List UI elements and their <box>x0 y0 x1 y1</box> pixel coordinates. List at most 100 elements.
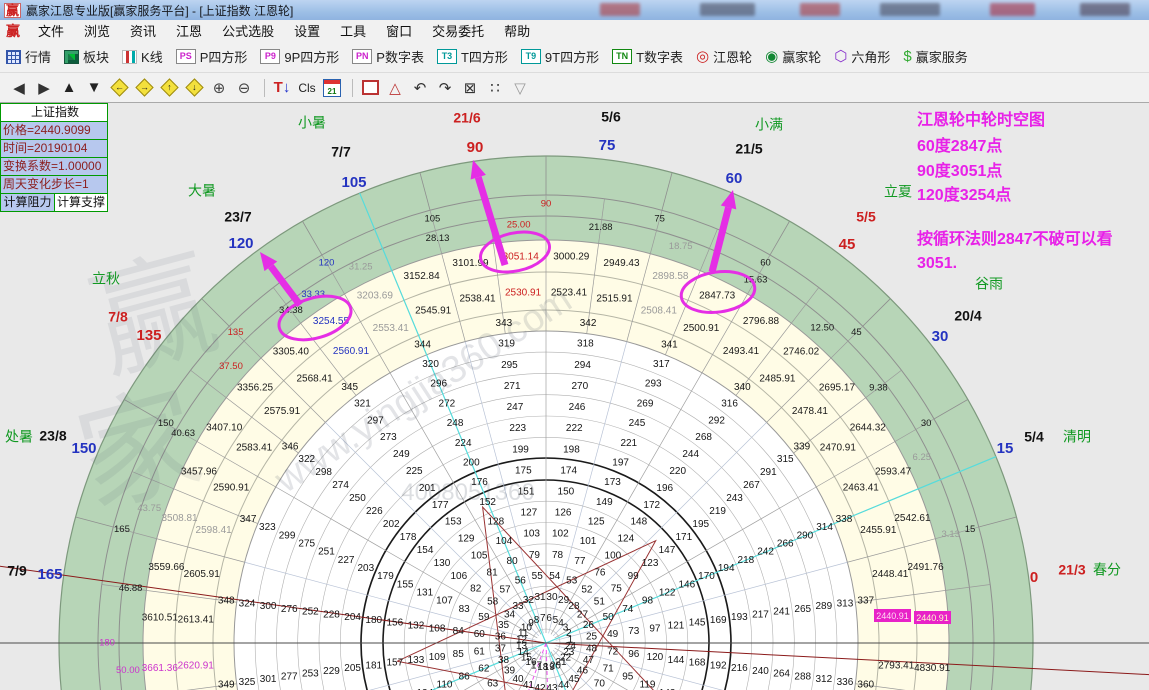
wheel-number: 25 <box>586 632 598 643</box>
toolbar-item-T四方形[interactable]: T3T四方形 <box>437 47 508 66</box>
calc-resistance-button[interactable]: 计算阻力 <box>0 193 55 212</box>
ring-a-value: 2949.43 <box>603 258 640 269</box>
up-button[interactable]: ▲ <box>58 77 80 99</box>
grid-icon <box>6 50 21 64</box>
wheel-number: 83 <box>459 604 471 615</box>
date-label: 7/9 <box>7 563 27 579</box>
cls-button[interactable]: Cls <box>296 77 318 99</box>
menu-item-7[interactable]: 窗口 <box>376 24 422 39</box>
box-x-button[interactable]: ⊠ <box>459 77 481 99</box>
toolbar-item-P四方形[interactable]: PSP四方形 <box>176 47 248 66</box>
toolbar-item-板块[interactable]: 板块 <box>64 47 109 66</box>
ring-b-value: 2590.91 <box>213 482 250 493</box>
toolbar-item-六角形[interactable]: ⬡六角形 <box>834 47 890 66</box>
wheel-number: 42 <box>534 683 546 690</box>
titlebar-artifact <box>800 3 840 16</box>
toolbar-item-赢家服务[interactable]: $赢家服务 <box>903 47 967 66</box>
wheel-number: 122 <box>659 587 676 598</box>
toolbar-item-行情[interactable]: 行情 <box>6 47 51 66</box>
shift-button[interactable]: T↓ <box>271 77 293 99</box>
ring-a-value: 3152.84 <box>404 271 441 282</box>
badge-ps-icon: PS <box>176 49 196 64</box>
calendar-button[interactable]: 21 <box>321 77 343 99</box>
wheel-number: 313 <box>837 598 854 609</box>
wheel-number: 216 <box>731 663 748 674</box>
toolbar-item-label: 板块 <box>83 47 109 66</box>
annotation-text: 60度2847点 <box>917 136 1002 155</box>
wheel-number: 49 <box>607 629 619 640</box>
menu-item-3[interactable]: 江恩 <box>166 24 212 39</box>
toolbar-item-label: K线 <box>141 47 163 66</box>
dollar-icon: $ <box>903 49 911 64</box>
wheel-number: 151 <box>518 486 535 497</box>
wheel-number: 275 <box>298 539 315 550</box>
ring-b-value: 2793.41 <box>878 661 915 672</box>
solar-term-label: 处暑 <box>5 429 33 445</box>
solar-term-label: 谷雨 <box>975 276 1003 292</box>
toolbar-item-T数字表[interactable]: TNT数字表 <box>612 47 683 66</box>
outer-angle-label: 60 <box>726 170 743 187</box>
angle-ring-value: 15 <box>965 524 976 535</box>
wheel-number: 86 <box>459 672 471 683</box>
wheel-number: 223 <box>509 423 526 434</box>
rotate-cw-button[interactable]: ↷ <box>434 77 456 99</box>
wheel-number: 222 <box>566 423 583 434</box>
wheel-number: 32 <box>523 595 535 606</box>
menu-item-6[interactable]: 工具 <box>330 24 376 39</box>
menu-item-2[interactable]: 资讯 <box>120 24 166 39</box>
menu-item-8[interactable]: 交易委托 <box>422 24 494 39</box>
wheel-number: 102 <box>552 529 569 540</box>
zoom-in-button[interactable]: ⊕ <box>208 77 230 99</box>
menu-item-1[interactable]: 浏览 <box>74 24 120 39</box>
wheel-number: 168 <box>689 658 706 669</box>
wheel-number: 34 <box>504 610 516 621</box>
menu-item-0[interactable]: 文件 <box>28 24 74 39</box>
next-button[interactable]: ▶ <box>33 77 55 99</box>
zoom-out-button[interactable]: ⊖ <box>233 77 255 99</box>
diamond-right-button[interactable]: → <box>133 77 155 99</box>
outer-angle-label: 45 <box>839 236 856 253</box>
toolbar-item-9P四方形[interactable]: P99P四方形 <box>260 47 339 66</box>
center-tool-button[interactable]: ∷ <box>484 77 506 99</box>
rect-tool-button[interactable] <box>359 77 381 99</box>
ring-b-value: 2515.91 <box>596 293 633 304</box>
wheel-number: 201 <box>419 483 436 494</box>
toolbar-item-赢家轮[interactable]: ◉赢家轮 <box>765 47 821 66</box>
ring-a-value: 3610.51 <box>142 612 179 623</box>
wheel-number: 319 <box>498 339 515 350</box>
wheel-number: 301 <box>260 674 277 685</box>
down-button[interactable]: ▼ <box>83 77 105 99</box>
wheel-number: 341 <box>661 340 678 351</box>
wheel-number: 46 <box>577 666 589 677</box>
triangle-tool-button[interactable]: △ <box>384 77 406 99</box>
fraction-value: 40.63 <box>171 428 195 439</box>
diamond-up-button[interactable]: ↑ <box>158 77 180 99</box>
menu-item-9[interactable]: 帮助 <box>494 24 540 39</box>
diamond-up-icon: ↑ <box>160 78 178 96</box>
calc-support-button[interactable]: 计算支撑 <box>54 193 108 212</box>
toolbar-item-K线[interactable]: K线 <box>122 47 163 66</box>
wheel-number: 107 <box>436 596 453 607</box>
toolbar-separator <box>352 79 353 97</box>
toolbar-item-9T四方形[interactable]: T99T四方形 <box>521 47 599 66</box>
menu-item-5[interactable]: 设置 <box>284 24 330 39</box>
diamond-down-button[interactable]: ↓ <box>183 77 205 99</box>
wheel-number: 197 <box>612 457 629 468</box>
wheel-number: 124 <box>617 534 634 545</box>
clear-tool-button[interactable]: ▽ <box>509 77 531 99</box>
wheel-number: 99 <box>628 571 640 582</box>
badge-pn-icon: PN <box>352 49 372 64</box>
window-title: 赢家江恩专业版[赢家服务平台] - [上证指数 江恩轮] <box>26 2 293 19</box>
badge-tn-icon: TN <box>612 49 632 64</box>
ring-b-value: 2575.91 <box>264 406 301 417</box>
rotate-ccw-button[interactable]: ↶ <box>409 77 431 99</box>
prev-button[interactable]: ◀ <box>8 77 30 99</box>
wheel-number: 204 <box>344 612 361 623</box>
toolbar-item-P数字表[interactable]: PNP数字表 <box>352 47 424 66</box>
ring-a-value: 3051.14 <box>503 251 540 262</box>
toolbar-item-江恩轮[interactable]: ◎江恩轮 <box>696 47 752 66</box>
menu-item-4[interactable]: 公式选股 <box>212 24 284 39</box>
diamond-left-button[interactable]: ← <box>108 77 130 99</box>
wheel-number: 82 <box>470 584 482 595</box>
fraction-value: 6.25 <box>913 452 932 463</box>
